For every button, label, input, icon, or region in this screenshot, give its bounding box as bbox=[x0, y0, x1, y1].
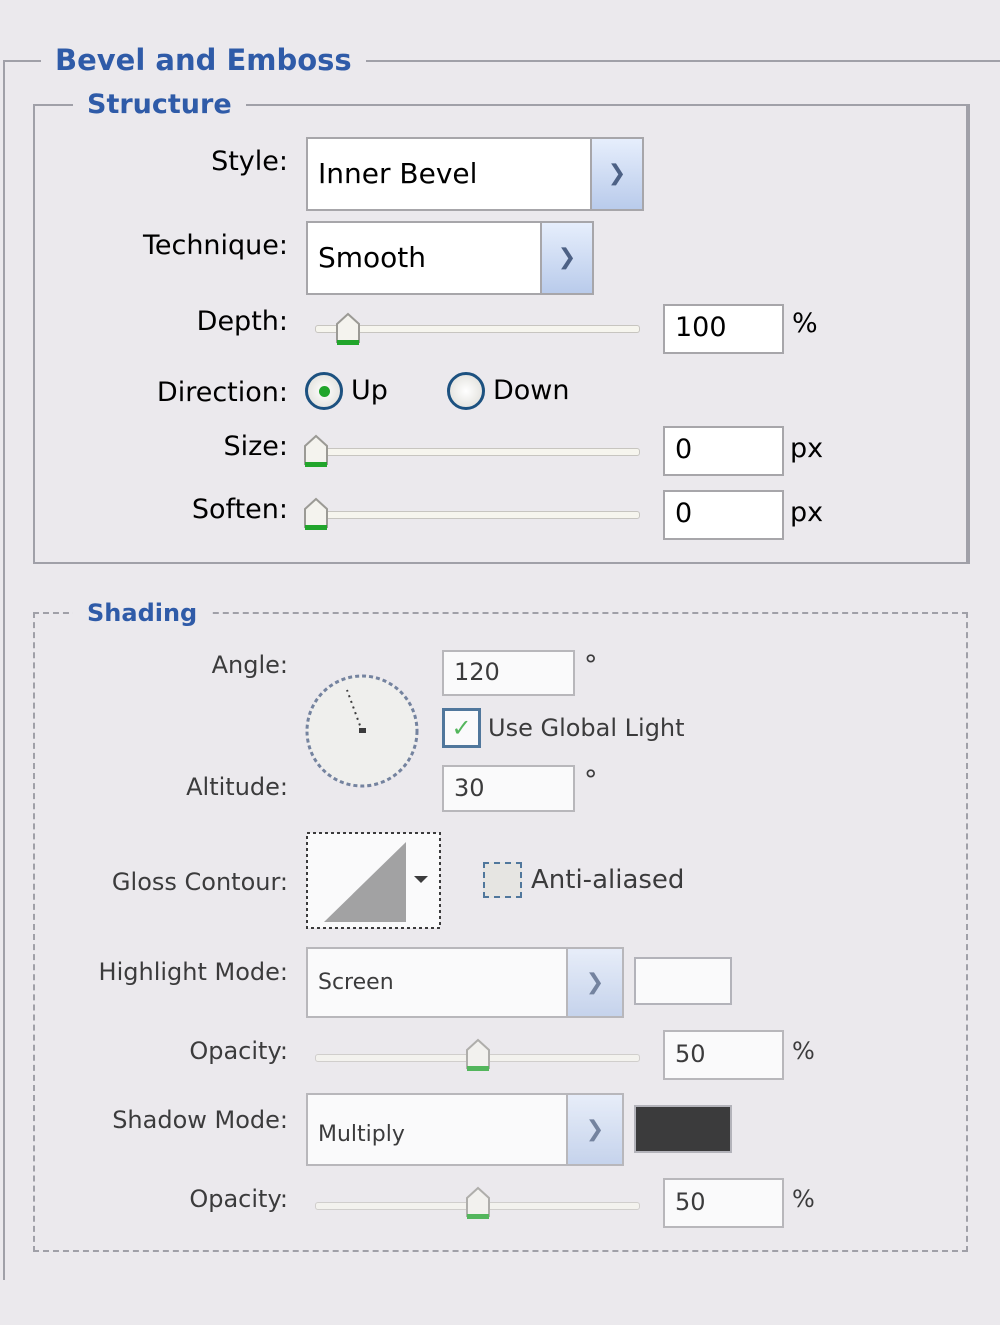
shadow-mode-label: Shadow Mode: bbox=[112, 1106, 288, 1134]
shadow-color-swatch[interactable] bbox=[634, 1105, 732, 1153]
style-label: Style: bbox=[211, 146, 288, 177]
highlight-mode-value: Screen bbox=[318, 970, 394, 995]
technique-label: Technique: bbox=[142, 230, 288, 261]
shadow-mode-value: Multiply bbox=[318, 1122, 405, 1147]
highlight-color-swatch[interactable] bbox=[634, 957, 732, 1005]
highlight-opacity-unit: % bbox=[792, 1037, 815, 1065]
depth-input[interactable]: 100 bbox=[663, 304, 784, 354]
shadow-opacity-unit: % bbox=[792, 1185, 815, 1213]
soften-unit: px bbox=[790, 497, 824, 528]
direction-up-radio[interactable] bbox=[305, 372, 343, 410]
shadow-opacity-input[interactable]: 50 bbox=[663, 1178, 784, 1228]
size-input[interactable]: 0 bbox=[663, 426, 784, 476]
shadow-mode-select[interactable]: Multiply ❯ bbox=[306, 1093, 624, 1166]
shading-title: Shading bbox=[73, 596, 212, 630]
altitude-input[interactable]: 30 bbox=[442, 765, 575, 812]
depth-label: Depth: bbox=[196, 306, 288, 337]
chevron-down-icon[interactable]: ❯ bbox=[566, 949, 622, 1016]
shadow-opacity-label: Opacity: bbox=[189, 1185, 288, 1213]
direction-down-radio[interactable] bbox=[447, 372, 485, 410]
gloss-contour-label: Gloss Contour: bbox=[111, 868, 288, 896]
depth-unit: % bbox=[792, 308, 818, 339]
anti-aliased-checkbox[interactable] bbox=[483, 862, 522, 898]
use-global-light-checkbox[interactable]: ✓ bbox=[442, 708, 481, 748]
highlight-mode-select[interactable]: Screen ❯ bbox=[306, 947, 624, 1018]
altitude-unit: ° bbox=[584, 765, 598, 796]
shadow-opacity-thumb[interactable] bbox=[465, 1186, 491, 1220]
angle-label: Angle: bbox=[211, 651, 288, 679]
chevron-down-icon[interactable]: ❯ bbox=[590, 139, 642, 209]
gloss-contour-picker[interactable] bbox=[306, 832, 441, 929]
technique-value: Smooth bbox=[318, 241, 427, 274]
highlight-opacity-thumb[interactable] bbox=[465, 1038, 491, 1072]
angle-unit: ° bbox=[584, 650, 598, 681]
soften-input[interactable]: 0 bbox=[663, 490, 784, 540]
highlight-mode-label: Highlight Mode: bbox=[98, 958, 288, 986]
anti-aliased-label[interactable]: Anti-aliased bbox=[531, 864, 684, 896]
direction-label: Direction: bbox=[156, 377, 288, 408]
group-border-left bbox=[3, 60, 5, 1280]
soften-slider[interactable] bbox=[315, 511, 640, 519]
size-label: Size: bbox=[223, 431, 288, 462]
direction-up-label[interactable]: Up bbox=[351, 375, 388, 407]
direction-down-label[interactable]: Down bbox=[493, 375, 570, 407]
size-slider[interactable] bbox=[315, 448, 640, 456]
technique-select[interactable]: Smooth ❯ bbox=[306, 221, 594, 295]
highlight-opacity-input[interactable]: 50 bbox=[663, 1030, 784, 1080]
depth-slider[interactable] bbox=[315, 325, 640, 333]
soften-label: Soften: bbox=[191, 494, 288, 525]
style-value: Inner Bevel bbox=[318, 157, 478, 190]
highlight-opacity-label: Opacity: bbox=[189, 1037, 288, 1065]
size-unit: px bbox=[790, 433, 824, 464]
angle-dial[interactable] bbox=[303, 672, 421, 790]
soften-slider-thumb[interactable] bbox=[303, 497, 329, 531]
bevel-emboss-title: Bevel and Emboss bbox=[41, 43, 366, 77]
size-slider-thumb[interactable] bbox=[303, 434, 329, 468]
altitude-label: Altitude: bbox=[186, 773, 288, 801]
angle-input[interactable]: 120 bbox=[442, 650, 575, 696]
style-select[interactable]: Inner Bevel ❯ bbox=[306, 137, 644, 211]
chevron-down-icon[interactable]: ❯ bbox=[566, 1095, 622, 1164]
structure-title: Structure bbox=[73, 88, 246, 122]
depth-slider-thumb[interactable] bbox=[335, 312, 361, 346]
chevron-down-icon[interactable]: ❯ bbox=[540, 223, 592, 293]
use-global-light-label[interactable]: Use Global Light bbox=[488, 712, 685, 744]
